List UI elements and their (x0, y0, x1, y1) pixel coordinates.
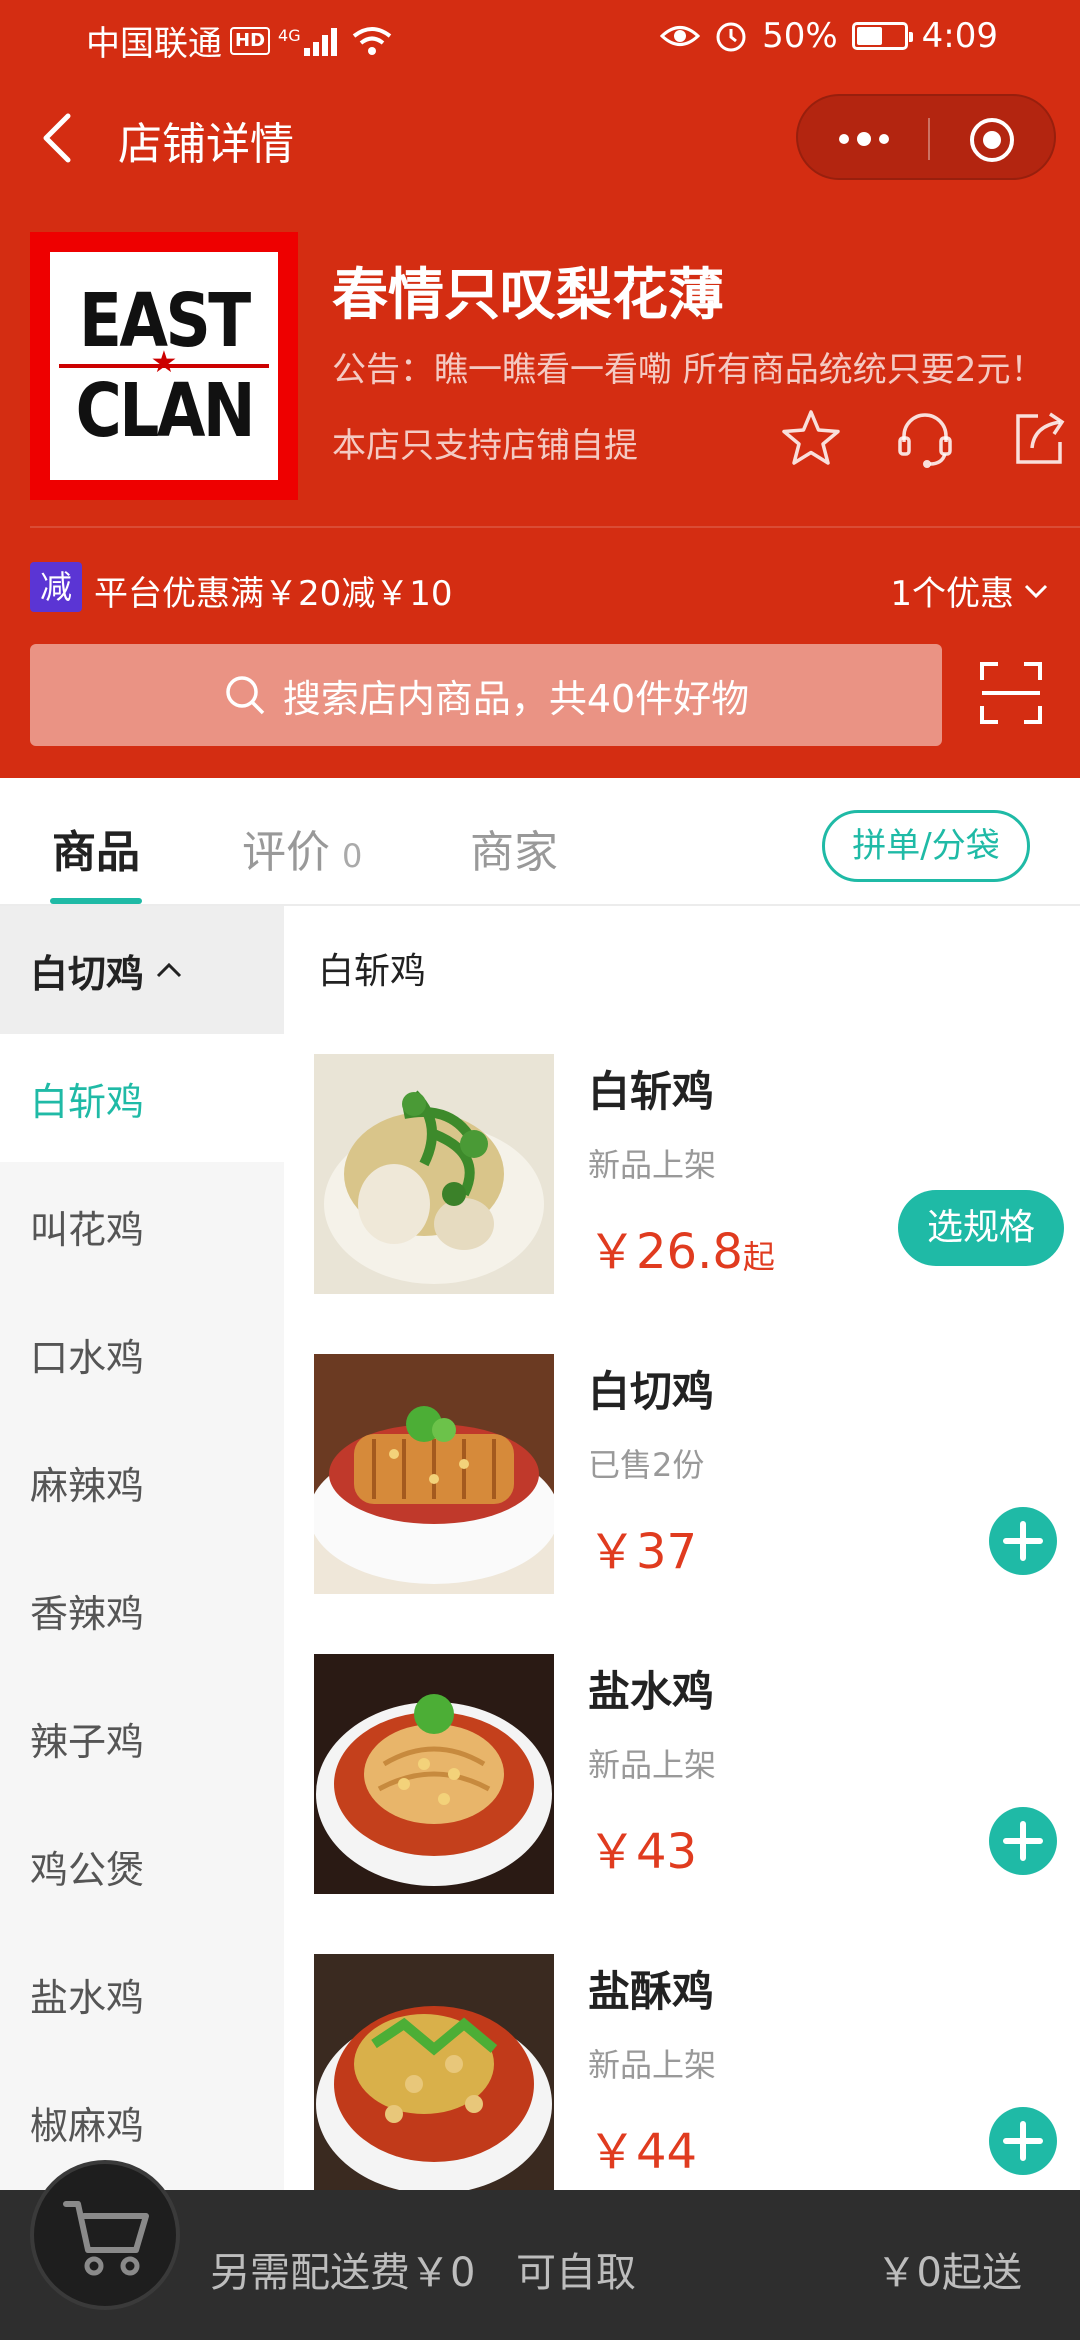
category-group-label: 白切鸡 (30, 951, 145, 996)
product-image (314, 1654, 554, 1894)
price-suffix: 起 (742, 1238, 775, 1276)
promo-row[interactable]: 减 平台优惠满￥20减￥10 1个优惠 (30, 562, 1050, 614)
product-image (314, 1054, 554, 1294)
store-name: 春情只叹梨花薄 (332, 263, 724, 328)
product-price: ￥43 (588, 1824, 698, 1880)
group-order-button[interactable]: 拼单/分袋 (822, 810, 1030, 882)
hd-badge: HD (230, 26, 271, 55)
sidebar-item-koushuiji[interactable]: 口水鸡 (0, 1290, 284, 1418)
logo-word-bottom: CLAN (75, 368, 255, 454)
product-list: 白斩鸡 白斩鸡 新品上架 ￥26.8起 选规格 白切鸡 已售2份 ￥37 盐水鸡… (284, 906, 1080, 2190)
promo-count[interactable]: 1个优惠 (890, 566, 1050, 615)
page-title: 店铺详情 (118, 119, 294, 170)
signal-icon: 4G (278, 26, 344, 56)
mini-program-capsule (796, 94, 1056, 180)
category-group[interactable]: 白切鸡 (0, 906, 284, 1034)
pickup-available: 可自取 (516, 2250, 636, 2296)
min-order: ￥0起送 (876, 2250, 1022, 2296)
store-header: 中国联通 HD 4G 50% 4:09 店铺详情 EAST ★ CLAN 春情只… (0, 0, 1080, 778)
product-status: 新品上架 (588, 2046, 717, 2084)
section-title: 白斩鸡 (318, 951, 427, 992)
product-name: 白斩鸡 (588, 1067, 715, 1116)
sidebar-item-jigongbao[interactable]: 鸡公煲 (0, 1802, 284, 1930)
product-item[interactable]: 盐酥鸡 新品上架 ￥44 (314, 1954, 1064, 2190)
tab-underline (50, 898, 142, 904)
product-item[interactable]: 盐水鸡 新品上架 ￥43 (314, 1654, 1064, 1894)
tab-merchant[interactable]: 商家 (470, 816, 558, 880)
nav-bar: 店铺详情 (0, 90, 1080, 186)
favorite-star-icon[interactable] (780, 408, 842, 470)
sidebar-item-baizhanji[interactable]: 白斩鸡 (0, 1034, 284, 1162)
alarm-icon (716, 22, 746, 52)
sidebar-item-xianglaji[interactable]: 香辣鸡 (0, 1546, 284, 1674)
product-price: ￥26.8起 (588, 1212, 775, 1282)
product-image (314, 1954, 554, 2190)
chevron-down-icon (1024, 584, 1048, 598)
customer-service-icon[interactable] (894, 408, 956, 470)
add-to-cart-plus-icon[interactable] (988, 2106, 1058, 2176)
close-target-icon[interactable] (968, 116, 1016, 164)
pickup-note: 本店只支持店铺自提 (332, 426, 638, 466)
header-divider (30, 526, 1080, 528)
delivery-fee: 另需配送费￥0 (210, 2250, 476, 2296)
review-count: 0 (342, 837, 363, 875)
clock: 4:09 (921, 16, 998, 56)
tab-reviews-label: 评价 (242, 827, 330, 878)
search-placeholder: 搜索店内商品，共40件好物 (282, 676, 750, 721)
sidebar-item-laziji[interactable]: 辣子鸡 (0, 1674, 284, 1802)
promo-text: 平台优惠满￥20减￥10 (94, 574, 453, 614)
search-input[interactable]: 搜索店内商品，共40件好物 (30, 644, 942, 746)
capsule-divider (928, 118, 930, 160)
carrier-label: 中国联通 (86, 24, 222, 64)
status-right: 50% 4:09 (660, 16, 998, 56)
cart-bar: 另需配送费￥0 可自取 ￥0起送 (0, 2160, 1080, 2340)
tab-bar: 商品 评价 0 商家 拼单/分袋 (0, 778, 1080, 906)
product-item[interactable]: 白切鸡 已售2份 ￥37 (314, 1354, 1064, 1594)
chevron-up-icon (156, 962, 182, 978)
product-status: 新品上架 (588, 1146, 717, 1184)
sidebar-item-jiaomaji[interactable]: 椒麻鸡 (0, 2058, 284, 2186)
back-arrow-icon[interactable] (38, 112, 78, 164)
product-item[interactable]: 白斩鸡 新品上架 ￥26.8起 选规格 (314, 1054, 1064, 1294)
product-price: ￥44 (588, 2124, 698, 2180)
store-actions (780, 408, 1070, 470)
cart-button[interactable] (30, 2160, 180, 2310)
network-label: 4G (278, 25, 301, 45)
status-bar: 中国联通 HD 4G 50% 4:09 (0, 0, 1080, 72)
eye-icon (660, 26, 701, 46)
product-status: 已售2份 (588, 1446, 705, 1484)
price-value: ￥26.8 (588, 1224, 743, 1280)
store-logo: EAST ★ CLAN (30, 232, 298, 500)
product-status: 新品上架 (588, 1746, 717, 1784)
tab-goods[interactable]: 商品 (52, 816, 140, 880)
wifi-icon (352, 26, 391, 55)
tab-reviews[interactable]: 评价 0 (242, 816, 362, 880)
product-price: ￥37 (588, 1524, 698, 1580)
category-sidebar: 白切鸡 白斩鸡 叫花鸡 口水鸡 麻辣鸡 香辣鸡 辣子鸡 鸡公煲 盐水鸡 椒麻鸡 (0, 906, 284, 2190)
product-image (314, 1354, 554, 1594)
share-icon[interactable] (1008, 408, 1070, 470)
product-name: 盐水鸡 (588, 1667, 715, 1716)
product-name: 白切鸡 (588, 1367, 715, 1416)
search-icon (226, 676, 265, 715)
sidebar-item-malaji[interactable]: 麻辣鸡 (0, 1418, 284, 1546)
battery-percent: 50% (762, 16, 838, 56)
store-info: EAST ★ CLAN 春情只叹梨花薄 公告：瞧一瞧看一看嘞 所有商品统统只要2… (30, 232, 1065, 502)
battery-icon (851, 22, 913, 50)
sidebar-item-yanshuiji[interactable]: 盐水鸡 (0, 1930, 284, 2058)
store-notice[interactable]: 公告：瞧一瞧看一看嘞 所有商品统统只要2元！ (332, 342, 1072, 391)
product-name: 盐酥鸡 (588, 1967, 715, 2016)
more-icon[interactable] (834, 122, 894, 156)
sidebar-item-jiaohuaji[interactable]: 叫花鸡 (0, 1162, 284, 1290)
select-spec-button[interactable]: 选规格 (898, 1190, 1064, 1266)
shopping-cart-icon (63, 2201, 149, 2276)
scan-icon[interactable] (978, 660, 1044, 726)
add-to-cart-plus-icon[interactable] (988, 1506, 1058, 1576)
status-left: 中国联通 HD 4G (86, 16, 392, 65)
discount-badge: 减 (30, 562, 82, 612)
promo-count-label: 1个优惠 (890, 574, 1014, 614)
add-to-cart-plus-icon[interactable] (988, 1806, 1058, 1876)
